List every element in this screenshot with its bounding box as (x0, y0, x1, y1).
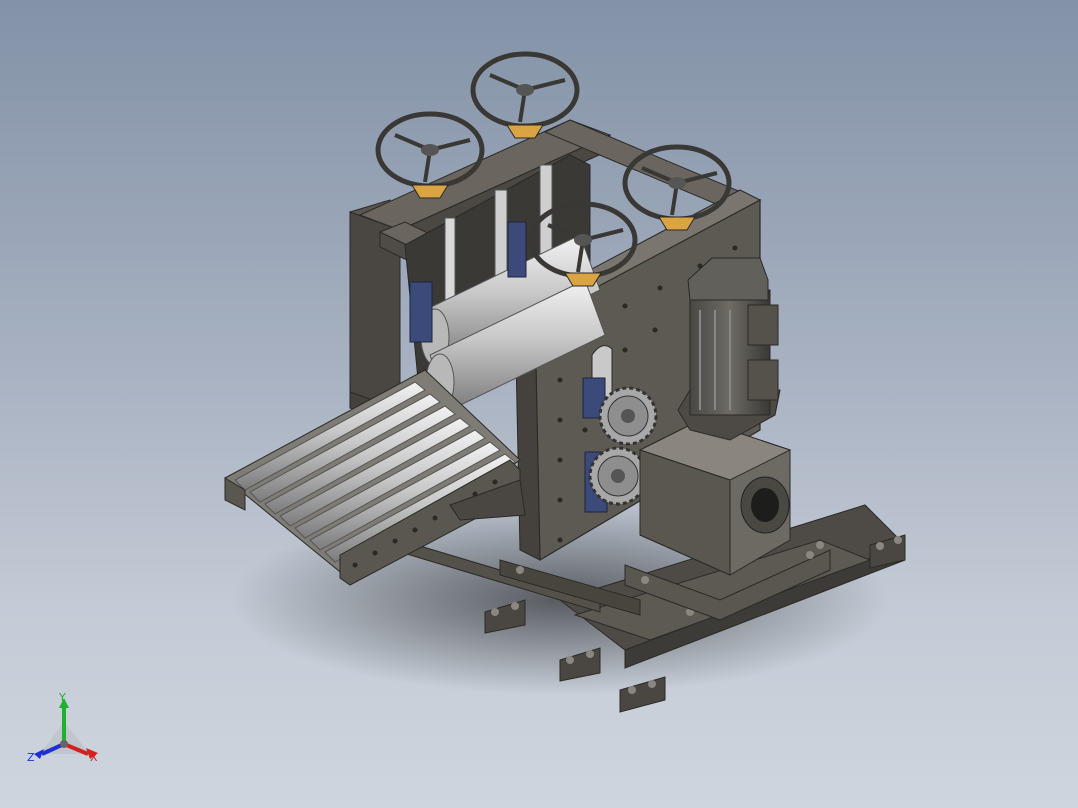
roller-mill-model[interactable] (0, 0, 1078, 808)
axis-z-label: Z (27, 751, 35, 764)
axis-y-label: Y (59, 691, 66, 704)
axis-x-label: X (90, 751, 98, 764)
axis-triad[interactable]: Y X Z (20, 692, 110, 772)
cad-viewport[interactable]: Y X Z (0, 0, 1078, 808)
